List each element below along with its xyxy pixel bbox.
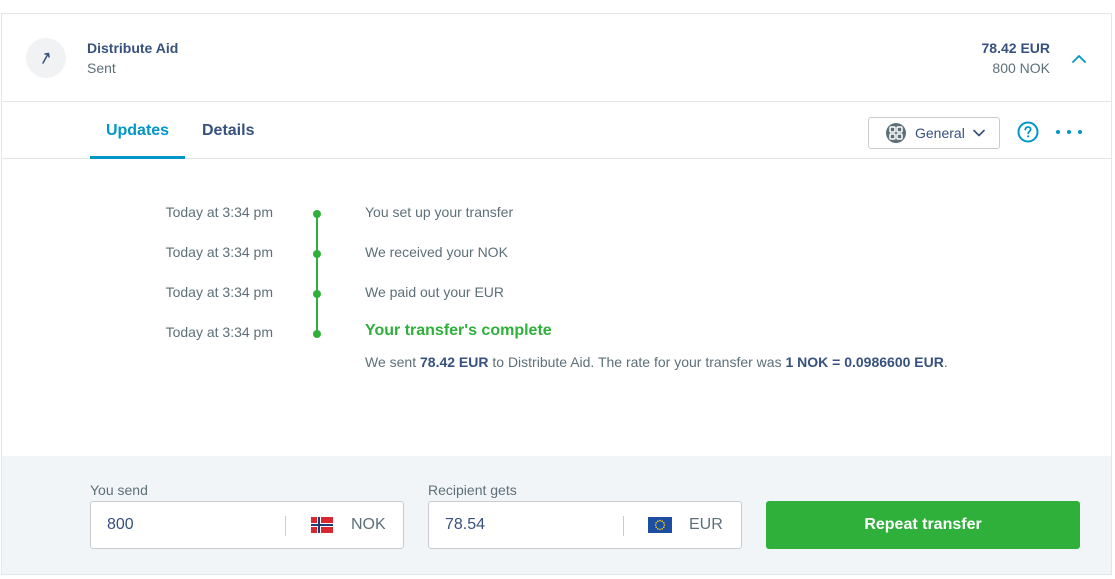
more-dots-icon	[1056, 130, 1060, 134]
send-label: You send	[90, 482, 148, 498]
timeline-item: Today at 3:34 pm You set up your transfe…	[2, 204, 1111, 224]
timeline-text: We received your NOK	[365, 244, 508, 260]
timeline-complete-text: Your transfer's complete	[365, 322, 552, 339]
send-amount-field[interactable]: 800 NOK	[90, 501, 404, 549]
transfer-status: Sent	[87, 60, 116, 76]
timeline-line	[316, 211, 318, 331]
timeline-time: Today at 3:34 pm	[165, 284, 273, 300]
category-grid-icon	[886, 123, 906, 143]
eu-flag-icon	[648, 517, 672, 533]
tab-details[interactable]: Details	[202, 102, 254, 159]
collapse-button[interactable]	[1069, 48, 1089, 68]
field-separator	[623, 516, 624, 536]
chevron-up-icon	[1072, 54, 1086, 63]
timeline-dot	[313, 290, 321, 298]
send-amount-value[interactable]: 800	[107, 516, 134, 534]
timeline-text: You set up your transfer	[365, 204, 514, 220]
receive-amount-value[interactable]: 78.54	[445, 516, 485, 534]
transfer-header[interactable]: Distribute Aid Sent 78.42 EUR 800 NOK	[2, 14, 1111, 102]
help-icon	[1017, 121, 1039, 143]
receive-currency[interactable]: EUR	[689, 516, 723, 534]
receive-amount-field[interactable]: 78.54 EUR	[428, 501, 742, 549]
timeline-item: Today at 3:34 pm We paid out your EUR	[2, 284, 1111, 304]
send-currency[interactable]: NOK	[351, 516, 386, 534]
timeline-dot	[313, 210, 321, 218]
more-options-button[interactable]	[1056, 121, 1082, 143]
timeline-time: Today at 3:34 pm	[165, 244, 273, 260]
category-dropdown[interactable]: General	[868, 117, 1000, 149]
timeline-item: Today at 3:34 pm Your transfer's complet…	[2, 322, 1111, 344]
timeline-item: Today at 3:34 pm We received your NOK	[2, 244, 1111, 264]
transfer-timeline: Today at 3:34 pm You set up your transfe…	[2, 159, 1111, 456]
transfer-summary: We sent 78.42 EUR to Distribute Aid. The…	[365, 354, 948, 370]
timeline-time: Today at 3:34 pm	[165, 324, 273, 340]
timeline-time: Today at 3:34 pm	[165, 204, 273, 220]
timeline-dot	[313, 330, 321, 338]
tab-updates[interactable]: Updates	[90, 102, 185, 159]
category-label: General	[915, 125, 965, 141]
transfer-avatar	[26, 38, 66, 78]
recipient-name: Distribute Aid	[87, 40, 179, 56]
repeat-transfer-panel: You send 800 NOK Recipient gets 78.54 EU…	[2, 456, 1111, 574]
tab-bar: Updates Details General	[2, 102, 1111, 159]
timeline-text: We paid out your EUR	[365, 284, 505, 300]
timeline-dot	[313, 250, 321, 258]
summary-rate: 1 NOK = 0.0986600 EUR	[785, 354, 944, 370]
summary-amount: 78.42 EUR	[420, 354, 489, 370]
repeat-transfer-button[interactable]: Repeat transfer	[766, 501, 1080, 549]
norway-flag-icon	[311, 517, 333, 533]
target-amount: 78.42 EUR	[981, 40, 1050, 56]
arrow-up-right-icon	[42, 52, 50, 64]
receive-label: Recipient gets	[428, 482, 517, 498]
source-amount: 800 NOK	[992, 60, 1050, 76]
transfer-card: Distribute Aid Sent 78.42 EUR 800 NOK Up…	[1, 13, 1112, 575]
field-separator	[285, 516, 286, 536]
chevron-down-icon	[973, 129, 985, 137]
help-button[interactable]	[1017, 121, 1039, 143]
